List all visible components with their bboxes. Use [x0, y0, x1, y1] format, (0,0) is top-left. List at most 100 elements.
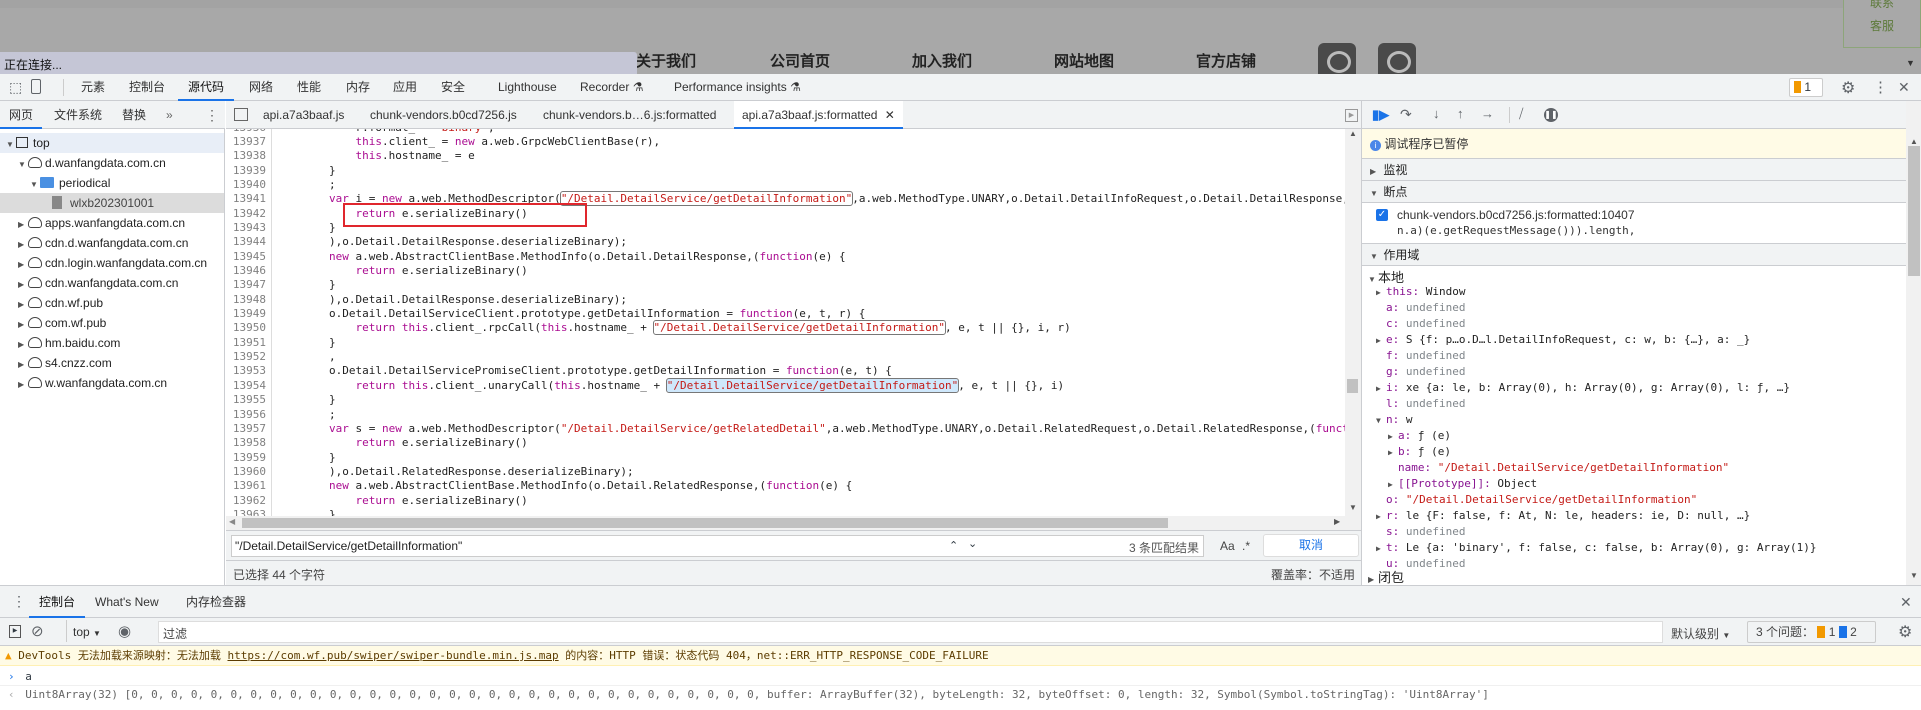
tree-item[interactable]: ▼ top [0, 133, 224, 153]
context-selector[interactable]: top ▼ [73, 625, 101, 639]
line-number[interactable]: 13949 [226, 307, 266, 321]
code-line[interactable]: 13959 } [226, 451, 1345, 465]
tree-item[interactable]: ▶ cdn.login.wanfangdata.com.cn [0, 253, 224, 273]
step-out-icon[interactable]: ↑ [1457, 106, 1464, 121]
drawer-menu-icon[interactable]: ⋮ [12, 593, 26, 610]
code-line[interactable]: 13949 o.Detail.DetailServiceClient.proto… [226, 307, 1345, 321]
close-tab-icon[interactable]: ✕ [885, 108, 895, 122]
code-line[interactable]: 13938 this.hostname_ = e [226, 149, 1345, 163]
code-line[interactable]: 13951 } [226, 336, 1345, 350]
tree-item[interactable]: ▶ cdn.d.wanfangdata.com.cn [0, 233, 224, 253]
code-line[interactable]: 13952 , [226, 350, 1345, 364]
log-level-selector[interactable]: 默认级别 ▼ [1671, 625, 1730, 642]
expand-arrow-icon[interactable]: ▶ [18, 235, 28, 255]
scope-closure-header[interactable]: ▶ 闭包 [1368, 567, 1404, 586]
collapse-arrow-icon[interactable]: ▼ [30, 175, 40, 195]
code-line[interactable]: 13956 ; [226, 408, 1345, 422]
expand-arrow-icon[interactable]: ▶ [18, 255, 28, 275]
scope-variable[interactable]: name: "/Detail.DetailService/getDetailIn… [1388, 460, 1729, 476]
editor-horizontal-scrollbar[interactable]: ◀ ▶ [226, 516, 1361, 530]
code-line[interactable]: 13955 } [226, 393, 1345, 407]
expand-arrow-icon[interactable]: ▶ [18, 315, 28, 335]
line-number[interactable]: 13942 [226, 207, 266, 221]
line-number[interactable]: 13938 [226, 149, 266, 163]
scroll-down-icon[interactable]: ▼ [1349, 503, 1357, 512]
line-number[interactable]: 13941 [226, 192, 266, 206]
weibo-icon[interactable] [1318, 43, 1356, 74]
step-into-icon[interactable]: ↓ [1433, 106, 1440, 121]
tab-lighthouse[interactable]: Lighthouse [498, 74, 557, 101]
expand-arrow-icon[interactable]: ▶ [18, 295, 28, 315]
warning-url-link[interactable]: https://com.wf.pub/swiper/swiper-bundle.… [227, 649, 558, 662]
editor-tab[interactable]: chunk-vendors.b…6.js:formatted [543, 101, 716, 129]
toggle-navigator-icon[interactable] [234, 108, 248, 121]
line-number[interactable]: 13945 [226, 250, 266, 264]
resume-icon[interactable]: ▮▶ [1372, 107, 1389, 123]
line-number[interactable]: 13959 [226, 451, 266, 465]
toggle-debugger-icon[interactable]: ▶ [1345, 109, 1358, 122]
tree-item[interactable]: ▶ w.wanfangdata.com.cn [0, 373, 224, 393]
line-number[interactable]: 13957 [226, 422, 266, 436]
previous-match-icon[interactable]: ⌃ [949, 539, 958, 552]
navigator-menu-icon[interactable]: ⋮ [205, 101, 219, 129]
editor-vertical-scrollbar[interactable]: ▲ ▼ [1345, 129, 1361, 516]
expand-arrow-icon[interactable]: ▶ [1376, 541, 1386, 557]
line-number[interactable]: 13962 [226, 494, 266, 508]
expand-arrow-icon[interactable]: ▶ [18, 375, 28, 395]
inspect-element-icon[interactable]: ⬚ [9, 79, 22, 96]
search-input[interactable]: "/Detail.DetailService/getDetailInformat… [231, 535, 1204, 557]
expand-arrow-icon[interactable]: ▶ [18, 335, 28, 355]
more-tabs-button[interactable]: » [166, 101, 173, 129]
line-number[interactable]: 13939 [226, 164, 266, 178]
scope-variable[interactable]: g: undefined [1376, 364, 1465, 380]
code-line[interactable]: 13957 var s = new a.web.MethodDescriptor… [226, 422, 1345, 436]
scope-variable[interactable]: ▶ r: le {F: false, f: At, N: le, headers:… [1376, 508, 1750, 524]
scroll-up-icon[interactable]: ▲ [1349, 129, 1357, 138]
tree-item[interactable]: ▶ s4.cnzz.com [0, 353, 224, 373]
coverage-status[interactable]: 覆盖率：不适用 [1271, 566, 1355, 583]
collapse-arrow-icon[interactable]: ▼ [6, 135, 16, 155]
clear-console-icon[interactable]: ⊘ [31, 622, 44, 640]
scroll-down-icon[interactable]: ▼ [1910, 571, 1918, 580]
nav-link-home[interactable]: 公司首页 [770, 50, 830, 71]
console-filter-input[interactable]: 过滤 [158, 621, 1663, 643]
line-number[interactable]: 13946 [226, 264, 266, 278]
step-over-icon[interactable]: ↷ [1400, 106, 1412, 123]
issues-counter-button[interactable]: 3 个问题： 1 2 [1747, 621, 1876, 643]
code-line[interactable]: 13954 return this.client_.unaryCall(this… [226, 377, 1345, 393]
issues-badge[interactable]: 1 [1789, 78, 1823, 97]
line-number[interactable]: 13940 [226, 178, 266, 192]
device-toolbar-icon[interactable] [31, 79, 41, 94]
console-result[interactable]: ‹ Uint8Array(32) [0, 0, 0, 0, 0, 0, 0, 0… [0, 686, 1921, 704]
line-number[interactable]: 13950 [226, 321, 266, 335]
editor-tab[interactable]: api.a7a3baaf.js [263, 101, 344, 129]
drawer-tab-memory-inspector[interactable]: 内存检查器 [186, 586, 246, 618]
code-line[interactable]: 13962 return e.serializeBinary() [226, 494, 1345, 508]
section-watch[interactable]: ▶ 监视 [1362, 159, 1906, 181]
show-sidebar-icon[interactable]: ▶ [9, 625, 21, 638]
line-number[interactable]: 13947 [226, 278, 266, 292]
line-number[interactable]: 13954 [226, 379, 266, 393]
scope-variable[interactable]: f: undefined [1376, 348, 1465, 364]
editor-tab[interactable]: chunk-vendors.b0cd7256.js [370, 101, 517, 129]
expand-arrow-icon[interactable]: ▶ [18, 215, 28, 235]
tree-item[interactable]: ▶ hm.baidu.com [0, 333, 224, 353]
line-number[interactable]: 13944 [226, 235, 266, 249]
line-number[interactable]: 13952 [226, 350, 266, 364]
tab-performance-insights[interactable]: Performance insights ⚗ [674, 74, 801, 101]
expand-arrow-icon[interactable]: ▶ [1388, 477, 1398, 493]
collapse-arrow-icon[interactable]: ▼ [18, 155, 28, 175]
code-line[interactable]: 13961 new a.web.AbstractClientBase.Metho… [226, 479, 1345, 493]
tab-network[interactable]: 网络 [249, 74, 273, 101]
live-expression-eye-icon[interactable]: ◉ [118, 622, 131, 640]
line-number[interactable]: 13958 [226, 436, 266, 450]
tab-application[interactable]: 应用 [393, 74, 417, 101]
scope-variable[interactable]: l: undefined [1376, 396, 1465, 412]
code-line[interactable]: 13947 } [226, 278, 1345, 292]
contact-service-button[interactable]: 联系 客服 [1843, 0, 1921, 48]
close-devtools-icon[interactable]: ✕ [1898, 79, 1910, 96]
line-number[interactable]: 13960 [226, 465, 266, 479]
line-number[interactable]: 13953 [226, 364, 266, 378]
scroll-left-icon[interactable]: ◀ [229, 517, 235, 526]
nav-link-about[interactable]: 关于我们 [636, 50, 696, 71]
